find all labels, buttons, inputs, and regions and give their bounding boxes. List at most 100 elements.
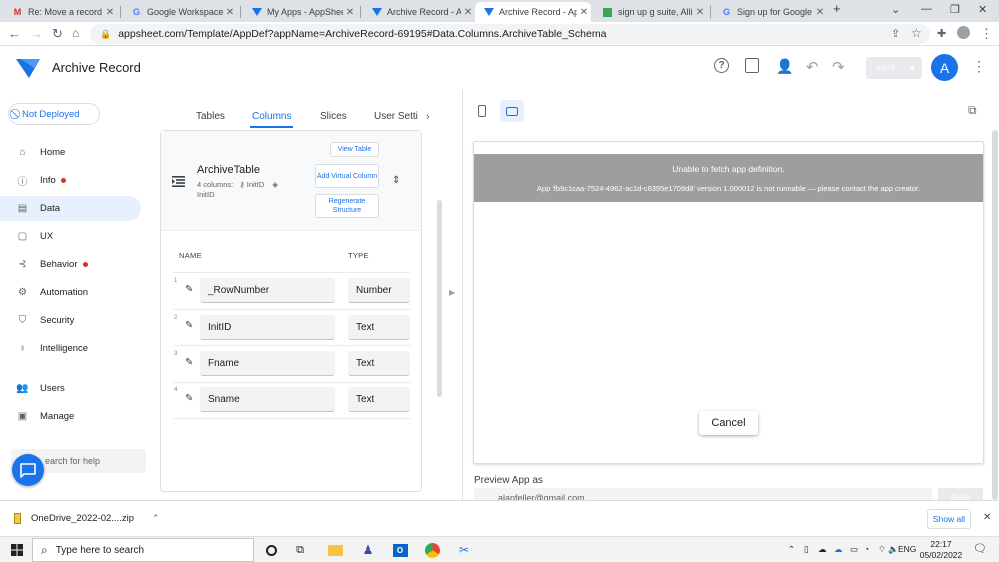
close-download-bar-icon[interactable]: ✕ bbox=[983, 512, 991, 523]
browser-tab[interactable]: M Re: Move a record to ✕ bbox=[4, 2, 117, 22]
add-virtual-column-button[interactable]: Add Virtual Column bbox=[315, 164, 379, 188]
app-launcher-icon[interactable]: ✂ bbox=[455, 541, 473, 559]
sidebar-item-behavior[interactable]: ⊰ Behavior bbox=[0, 252, 141, 277]
sidebar-item-info[interactable]: ⓘ Info bbox=[0, 168, 141, 193]
card-scrollbar[interactable] bbox=[437, 200, 442, 397]
onedrive-icon[interactable]: ☁ bbox=[818, 544, 827, 555]
column-type-field[interactable]: Number bbox=[348, 278, 410, 303]
help-icon[interactable]: ? bbox=[714, 58, 729, 73]
close-icon[interactable]: ✕ bbox=[103, 7, 117, 18]
add-person-icon[interactable]: 👤 bbox=[776, 58, 793, 75]
chevron-down-icon[interactable]: ▼ bbox=[909, 64, 917, 73]
minimize-icon[interactable]: — bbox=[921, 3, 932, 15]
chevron-right-icon[interactable]: › bbox=[426, 111, 430, 123]
sidebar-item-data[interactable]: ▤ Data bbox=[0, 196, 141, 221]
collapse-panel-arrow-icon[interactable]: ▶ bbox=[449, 288, 455, 297]
expand-collapse-icon[interactable]: ⇕ bbox=[392, 175, 400, 186]
column-type-field[interactable]: Text bbox=[348, 315, 410, 340]
outlook-icon[interactable]: O bbox=[391, 541, 409, 559]
teams-icon[interactable]: ♟ bbox=[359, 541, 377, 559]
taskbar-search-input[interactable]: ⌕ Type here to search bbox=[32, 538, 254, 562]
phone-view-button[interactable] bbox=[470, 100, 494, 122]
browser-tab[interactable]: My Apps - AppSheet ✕ bbox=[243, 2, 357, 22]
browser-tab[interactable]: Archive Record - App ✕ bbox=[363, 2, 475, 22]
docs-icon[interactable] bbox=[745, 58, 759, 73]
bookmark-star-icon[interactable]: ☆ bbox=[911, 26, 922, 40]
sidebar-item-intelligence[interactable]: ♁ Intelligence bbox=[0, 336, 141, 361]
window-close-icon[interactable]: ✕ bbox=[978, 3, 987, 16]
tab-tables[interactable]: Tables bbox=[196, 111, 225, 122]
network-icon[interactable]: ◔ bbox=[864, 544, 869, 554]
edit-pencil-icon[interactable]: ✎ bbox=[185, 393, 193, 404]
cancel-button[interactable]: Cancel bbox=[699, 411, 758, 435]
browser-menu-kebab-icon[interactable]: ⋮ bbox=[980, 26, 993, 42]
edit-pencil-icon[interactable]: ✎ bbox=[185, 320, 193, 331]
forward-arrow-icon[interactable]: → bbox=[30, 26, 43, 41]
browser-tab[interactable]: G Sign up for Google W ✕ bbox=[713, 2, 827, 22]
close-icon[interactable]: ✕ bbox=[343, 7, 357, 18]
new-tab-button[interactable]: + bbox=[833, 1, 841, 16]
sidebar-item-users[interactable]: 👥 Users bbox=[0, 376, 141, 401]
profile-icon[interactable] bbox=[957, 26, 970, 39]
close-icon[interactable]: ✕ bbox=[577, 7, 591, 18]
onedrive-blue-icon[interactable]: ☁ bbox=[834, 544, 843, 555]
close-icon[interactable]: ✕ bbox=[813, 7, 827, 18]
column-type-field[interactable]: Text bbox=[348, 387, 410, 412]
column-type-field[interactable]: Text bbox=[348, 351, 410, 376]
redo-icon[interactable]: ↷ bbox=[832, 58, 845, 76]
edit-pencil-icon[interactable]: ✎ bbox=[185, 357, 193, 368]
tab-search-chevron-icon[interactable]: ⌄ bbox=[891, 3, 900, 16]
open-in-new-icon[interactable]: ⧉ bbox=[968, 103, 977, 118]
sidebar-item-manage[interactable]: ▣ Manage bbox=[0, 404, 141, 429]
tab-columns[interactable]: Columns bbox=[252, 111, 291, 122]
task-view-icon[interactable]: ⧉ bbox=[291, 541, 309, 559]
windows-start-icon[interactable] bbox=[8, 541, 26, 559]
column-name-field[interactable]: Fname bbox=[200, 351, 335, 376]
sidebar-item-automation[interactable]: ⚙ Automation bbox=[0, 280, 141, 305]
apply-button[interactable]: Apply bbox=[938, 488, 983, 500]
save-button[interactable]: SAVE ▼ bbox=[866, 57, 922, 79]
show-all-button[interactable]: Show all bbox=[927, 509, 971, 529]
chat-button[interactable] bbox=[12, 454, 44, 486]
column-name-field[interactable]: Sname bbox=[200, 387, 335, 412]
view-table-button[interactable]: View Table bbox=[330, 142, 379, 157]
tray-device-icon[interactable]: ▯ bbox=[804, 544, 809, 555]
column-name-field[interactable]: _RowNumber bbox=[200, 278, 335, 303]
preview-email-input[interactable]: alanfeller@gmail.com bbox=[474, 488, 932, 500]
home-icon[interactable]: ⌂ bbox=[72, 26, 79, 40]
close-icon[interactable]: ✕ bbox=[461, 7, 475, 18]
tray-chevron-up-icon[interactable]: ⌃ bbox=[788, 544, 795, 555]
share-icon[interactable]: ⇪ bbox=[891, 27, 900, 40]
sidebar-item-home[interactable]: ⌂ Home bbox=[0, 140, 141, 165]
file-explorer-icon[interactable] bbox=[326, 541, 344, 559]
notifications-icon[interactable]: 🗨 bbox=[973, 542, 987, 555]
battery-icon[interactable]: ▭ bbox=[850, 544, 858, 555]
input-language[interactable]: ENG bbox=[898, 544, 916, 554]
wifi-icon[interactable]: ⌔ bbox=[878, 544, 886, 555]
tab-user-settings[interactable]: User Setti bbox=[374, 111, 418, 122]
chevron-up-icon[interactable]: ⌃ bbox=[152, 513, 160, 524]
sidebar-item-security[interactable]: ⛉ Security bbox=[0, 308, 141, 333]
back-arrow-icon[interactable]: ← bbox=[8, 26, 21, 41]
extensions-puzzle-icon[interactable]: ✚ bbox=[937, 27, 946, 40]
chrome-icon[interactable] bbox=[423, 541, 441, 559]
column-name-field[interactable]: InitID bbox=[200, 315, 335, 340]
deploy-status-chip[interactable]: ⃠ Not Deployed bbox=[8, 103, 100, 125]
close-icon[interactable]: ✕ bbox=[223, 7, 237, 18]
browser-tab-active[interactable]: Archive Record - App ✕ bbox=[475, 2, 591, 22]
sidebar-item-ux[interactable]: ▢ UX bbox=[0, 224, 141, 249]
reload-icon[interactable]: ↻ bbox=[52, 26, 63, 42]
avatar[interactable]: A bbox=[931, 54, 958, 81]
browser-tab[interactable]: G Google Workspace - ( ✕ bbox=[123, 2, 237, 22]
preview-scrollbar[interactable] bbox=[992, 130, 998, 500]
system-clock[interactable]: 22:17 05/02/2022 bbox=[915, 539, 967, 561]
close-icon[interactable]: ✕ bbox=[693, 7, 707, 18]
url-input[interactable]: 🔒 appsheet.com/Template/AppDef?appName=A… bbox=[90, 24, 930, 44]
cortana-icon[interactable] bbox=[262, 541, 280, 559]
regenerate-structure-button[interactable]: Regenerate Structure bbox=[315, 194, 379, 218]
undo-icon[interactable]: ↶ bbox=[806, 58, 819, 76]
restore-icon[interactable]: ❐ bbox=[950, 3, 960, 16]
edit-pencil-icon[interactable]: ✎ bbox=[185, 284, 193, 295]
volume-icon[interactable]: 🔈 bbox=[888, 544, 899, 555]
browser-tab[interactable]: sign up g suite, Allinfo ✕ bbox=[594, 2, 707, 22]
